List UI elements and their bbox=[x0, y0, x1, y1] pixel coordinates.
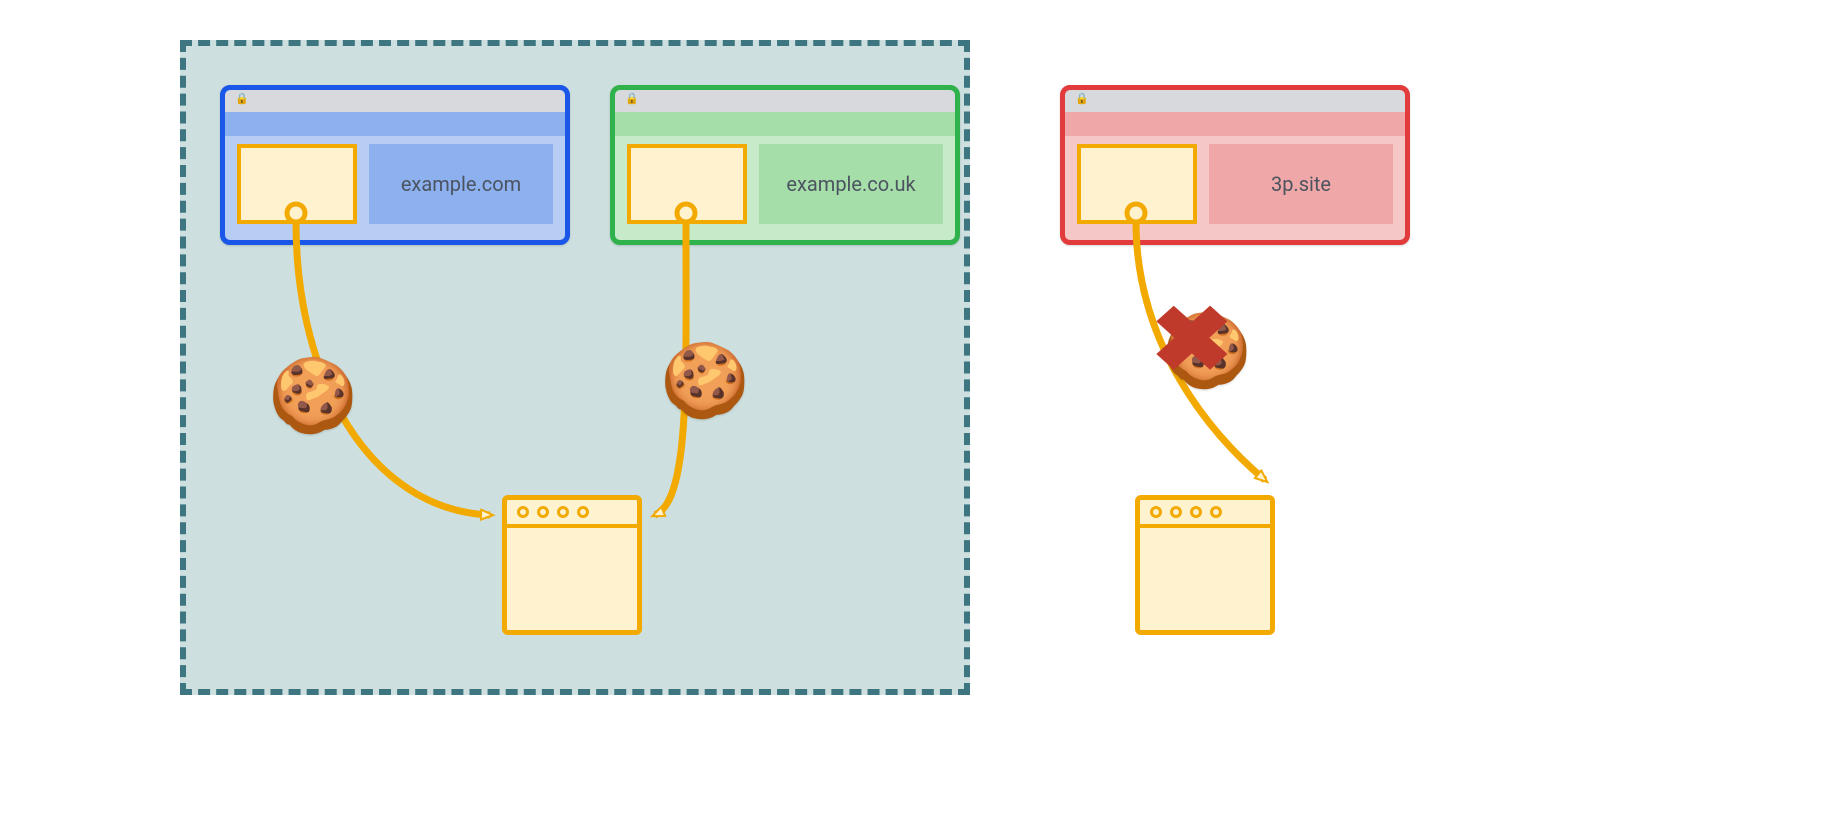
blocked-x-icon: ✖ bbox=[1150, 295, 1234, 385]
embedded-iframe bbox=[237, 144, 357, 224]
embedded-iframe bbox=[627, 144, 747, 224]
site-label: 3p.site bbox=[1209, 144, 1393, 224]
cookie-icon: 🍪 bbox=[660, 345, 750, 417]
browser-example-com: example.com bbox=[220, 85, 570, 245]
titlebar bbox=[225, 90, 565, 112]
titlebar bbox=[615, 90, 955, 112]
browser-3p-site: 3p.site bbox=[1060, 85, 1410, 245]
titlebar bbox=[1065, 90, 1405, 112]
server-header bbox=[1140, 500, 1270, 528]
server-header bbox=[507, 500, 637, 528]
server-first-party bbox=[502, 495, 642, 635]
cookie-icon: 🍪 bbox=[268, 360, 358, 432]
embedded-iframe bbox=[1077, 144, 1197, 224]
site-label: example.co.uk bbox=[759, 144, 943, 224]
site-label: example.com bbox=[369, 144, 553, 224]
toolbar bbox=[1065, 112, 1405, 136]
browser-example-co-uk: example.co.uk bbox=[610, 85, 960, 245]
server-third-party bbox=[1135, 495, 1275, 635]
toolbar bbox=[615, 112, 955, 136]
toolbar bbox=[225, 112, 565, 136]
